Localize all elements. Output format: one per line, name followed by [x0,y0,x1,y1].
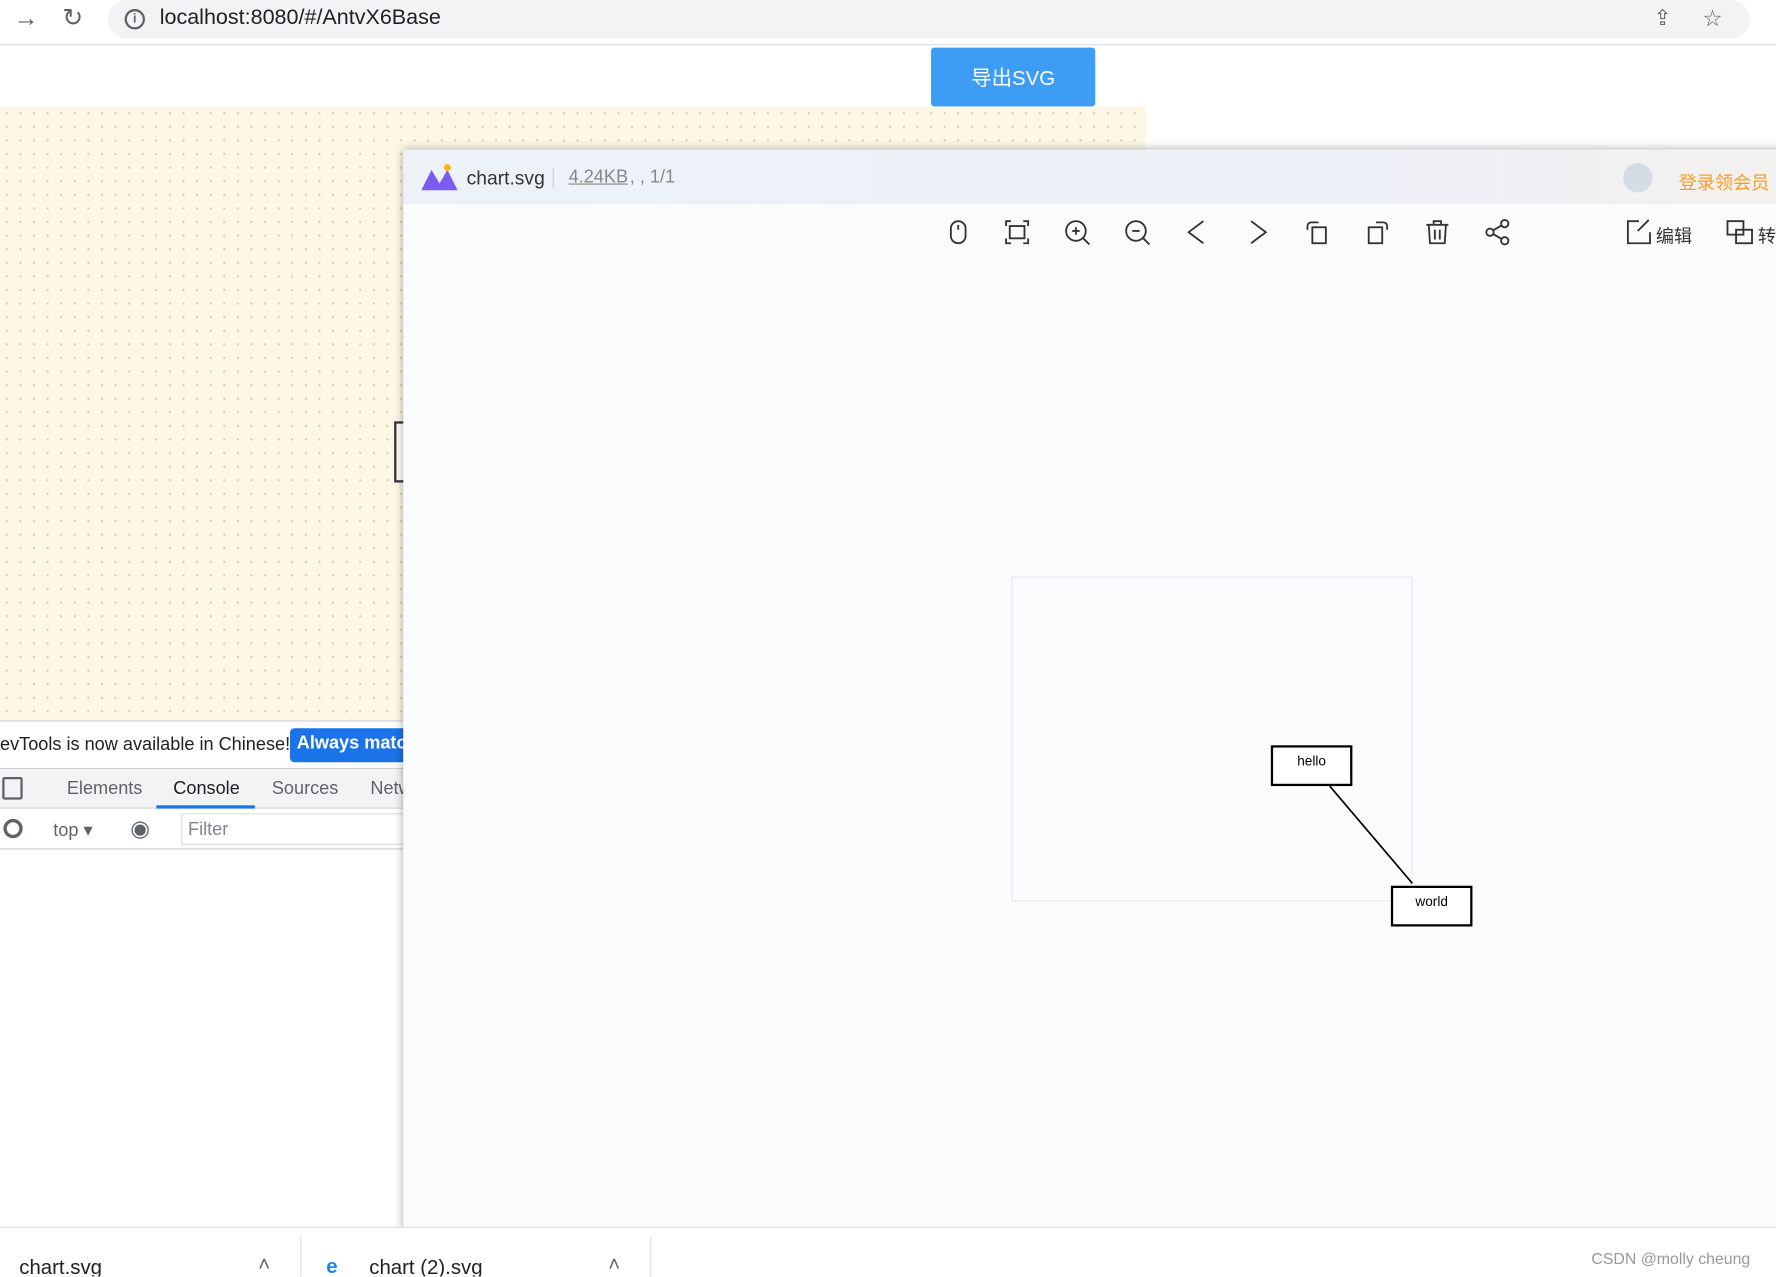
browser-address-bar: → ↻ i localhost:8080/#/AntvX6Base ⇪ ☆ [0,0,1776,46]
devtools-tabs: Elements Console Sources Netw [0,767,412,809]
download-item-name[interactable]: chart (2).svg [369,1256,482,1276]
watermark: CSDN @molly cheung [1591,1249,1751,1268]
filter-input[interactable]: Filter [181,813,408,845]
url-text[interactable]: localhost:8080/#/AntvX6Base [160,6,441,31]
share-icon[interactable]: ⇪ [1654,6,1672,32]
context-value: top [53,821,79,841]
eye-icon[interactable]: ◉ [130,814,150,842]
svg-viewer-window: chart.svg 4.24KB , , 1/1 登录领会员 编辑 转 hell… [403,149,1776,1232]
edge-line [1329,785,1414,885]
context-select[interactable]: top ▾ [53,819,92,842]
tab-elements[interactable]: Elements [67,779,143,799]
download-item-name[interactable]: chart.svg [19,1256,102,1276]
forward-icon[interactable]: → [14,3,39,32]
node-hello[interactable]: hello [1270,745,1353,787]
tab-sources[interactable]: Sources [272,779,338,799]
info-icon[interactable]: i [124,9,145,30]
node-world[interactable]: world [1390,885,1473,927]
chevron-up-icon[interactable]: ˄ [258,1253,270,1277]
device-toggle-icon[interactable] [2,776,23,800]
export-svg-button[interactable]: 导出SVG [931,47,1096,107]
chevron-up-icon[interactable]: ˄ [608,1253,620,1277]
reload-icon[interactable]: ↻ [62,3,83,32]
console-toolbar: top ▾ ◉ Filter [0,808,408,850]
downloads-bar: chart.svg ˄ e chart (2).svg ˄ CSDN @moll… [0,1226,1776,1277]
clear-console-icon[interactable] [3,818,23,839]
tab-console[interactable]: Console [173,779,239,799]
ie-file-icon: e [326,1254,338,1277]
devtools-language-banner: evTools is now available in Chinese! Alw… [0,720,425,768]
edge-layer [1329,785,1414,885]
divider [300,1236,302,1277]
banner-text: evTools is now available in Chinese! [0,735,291,755]
divider [650,1236,652,1277]
star-icon[interactable]: ☆ [1702,5,1722,33]
